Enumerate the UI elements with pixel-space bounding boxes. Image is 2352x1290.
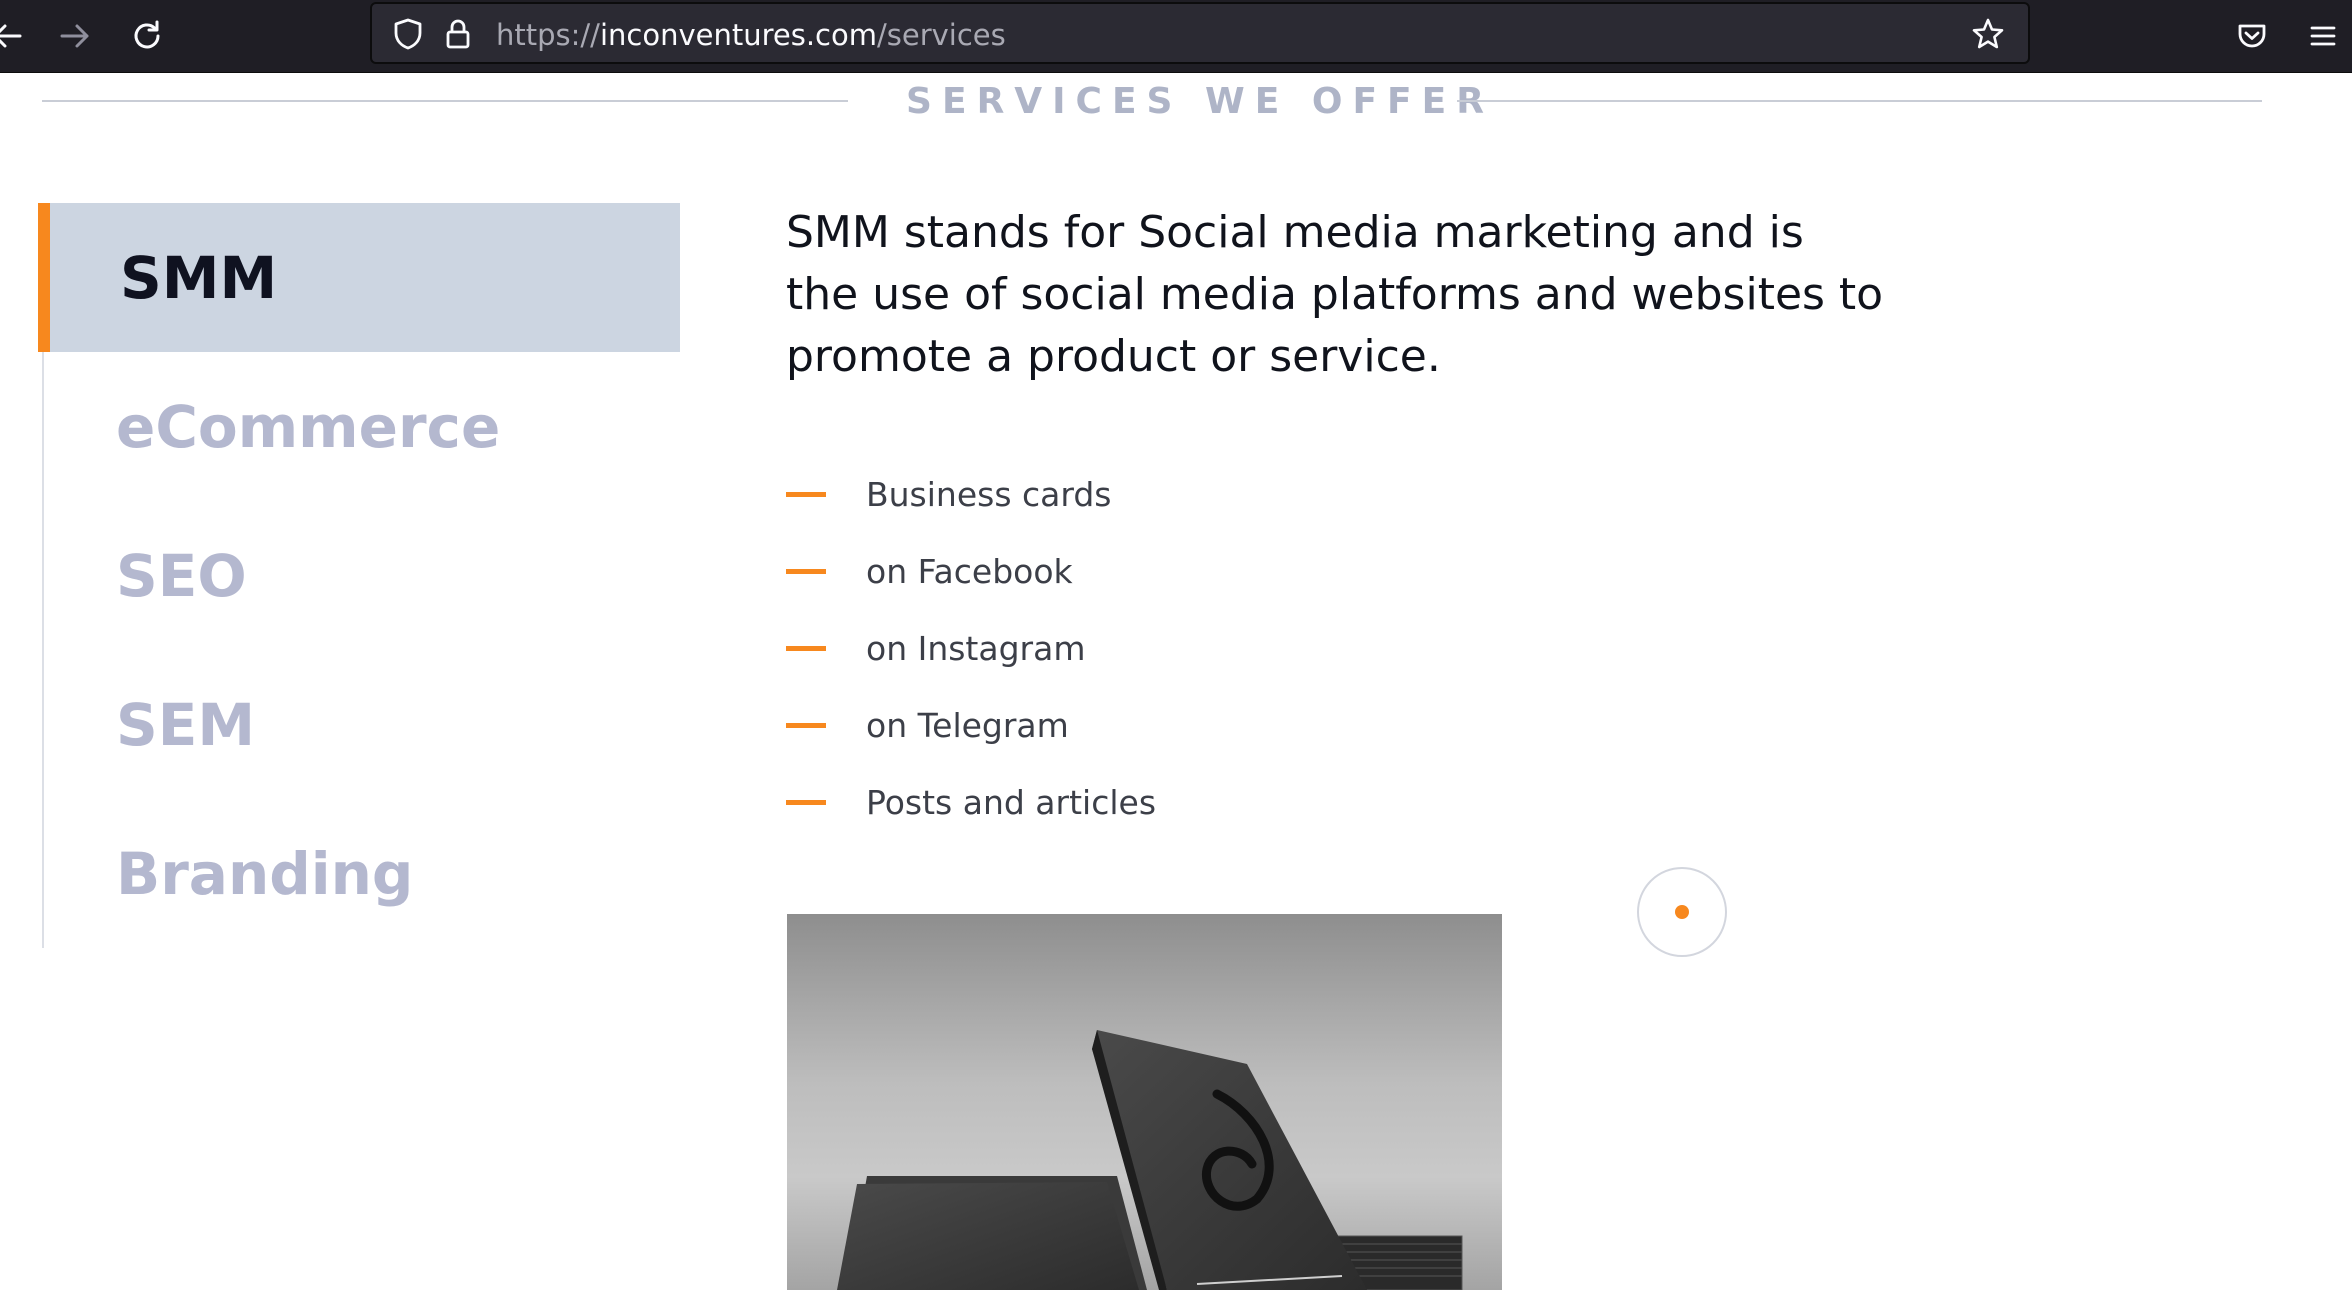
heading-divider-left xyxy=(42,100,848,102)
list-item: Posts and articles xyxy=(786,764,1156,841)
back-button[interactable] xyxy=(0,9,34,63)
address-bar[interactable]: https://inconventures.com/services xyxy=(370,2,2030,64)
section-heading: SERVICES WE OFFER xyxy=(906,81,1494,122)
tab-sem[interactable]: SEM xyxy=(38,650,680,799)
pocket-icon xyxy=(2238,24,2266,48)
tab-ecommerce[interactable]: eCommerce xyxy=(38,352,680,501)
tab-label: Branding xyxy=(116,839,414,908)
list-item: on Telegram xyxy=(786,687,1156,764)
dash-bullet-icon xyxy=(786,492,826,497)
tab-smm[interactable]: SMM xyxy=(38,203,680,352)
tab-label: SMM xyxy=(120,243,278,312)
feature-text: Posts and articles xyxy=(866,783,1157,822)
menu-button[interactable] xyxy=(2296,9,2350,63)
dash-bullet-icon xyxy=(786,800,826,805)
url-path: /services xyxy=(876,18,1006,52)
dash-bullet-icon xyxy=(786,646,826,651)
custom-cursor xyxy=(1637,867,1727,957)
arrow-right-icon xyxy=(60,24,89,48)
tab-seo[interactable]: SEO xyxy=(38,501,680,650)
service-description: SMM stands for Social media marketing an… xyxy=(786,207,1884,382)
reload-button[interactable] xyxy=(120,9,174,63)
list-item: on Facebook xyxy=(786,533,1156,610)
feature-text: on Telegram xyxy=(866,706,1069,745)
arrow-left-icon xyxy=(0,24,22,48)
browser-toolbar: https://inconventures.com/services xyxy=(0,0,2352,73)
dash-bullet-icon xyxy=(786,569,826,574)
dash-bullet-icon xyxy=(786,723,826,728)
tab-label: SEM xyxy=(116,690,256,759)
feature-text: on Instagram xyxy=(866,629,1086,668)
url-text[interactable]: https://inconventures.com/services xyxy=(496,18,1006,52)
feature-text: on Facebook xyxy=(866,552,1073,591)
hamburger-menu-icon xyxy=(2310,26,2336,46)
reload-icon xyxy=(134,20,160,49)
url-host: inconventures.com xyxy=(599,18,877,52)
lock-icon[interactable] xyxy=(440,16,476,52)
forward-button[interactable] xyxy=(48,9,102,63)
pocket-button[interactable] xyxy=(2225,9,2279,63)
cursor-dot-icon xyxy=(1675,905,1689,919)
list-item: Business cards xyxy=(786,456,1156,533)
list-item: on Instagram xyxy=(786,610,1156,687)
tab-label: SEO xyxy=(116,541,247,610)
heading-divider-right xyxy=(1457,100,2262,102)
business-cards-photo-icon xyxy=(787,914,1502,1290)
bookmark-star-icon[interactable] xyxy=(1970,16,2006,52)
tab-label: eCommerce xyxy=(116,392,501,461)
url-scheme: https:// xyxy=(496,18,600,52)
shield-icon[interactable] xyxy=(390,16,426,52)
tab-branding[interactable]: Branding xyxy=(38,799,680,948)
feature-text: Business cards xyxy=(866,475,1112,514)
business-cards-image xyxy=(787,914,1502,1290)
feature-list: Business cards on Facebook on Instagram … xyxy=(786,456,1156,841)
